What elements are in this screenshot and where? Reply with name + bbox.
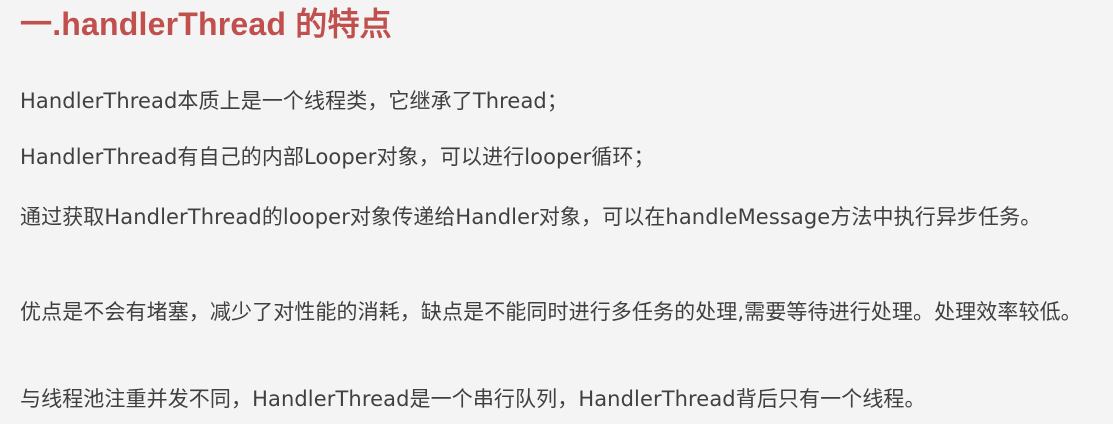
paragraph-inheritance: HandlerThread本质上是一个线程类，它继承了Thread；	[20, 89, 568, 113]
slide: 一.handlerThread 的特点 HandlerThread本质上是一个线…	[0, 0, 1113, 424]
page-title: 一.handlerThread 的特点	[20, 6, 392, 42]
paragraph-serial-queue: 与线程池注重并发不同，HandlerThread是一个串行队列，HandlerT…	[20, 387, 926, 411]
paragraph-handler-usage: 通过获取HandlerThread的looper对象传递给Handler对象，可…	[20, 205, 1042, 229]
paragraph-pros-cons: 优点是不会有堵塞，减少了对性能的消耗，缺点是不能同时进行多任务的处理,需要等待进…	[20, 300, 1082, 324]
paragraph-looper: HandlerThread有自己的内部Looper对象，可以进行looper循环…	[20, 145, 655, 169]
